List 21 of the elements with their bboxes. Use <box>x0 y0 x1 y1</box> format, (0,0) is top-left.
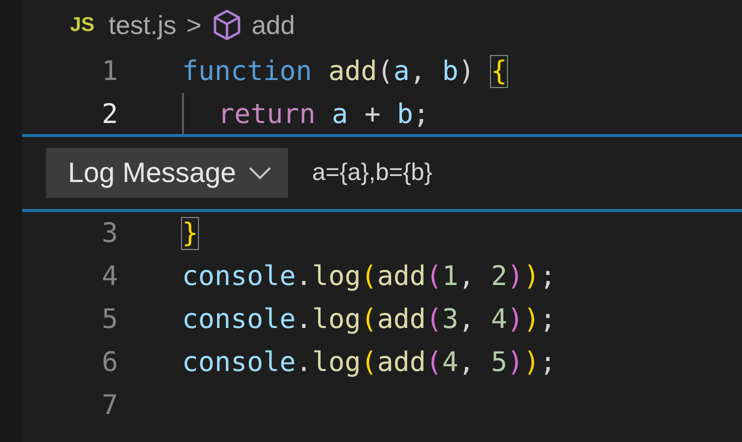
breadcrumb-file[interactable]: test.js <box>108 10 176 40</box>
breadcrumb-symbol[interactable]: add <box>252 10 295 40</box>
line-number: 5 <box>100 304 118 335</box>
breadcrumb-separator: > <box>186 10 202 40</box>
line-number: 6 <box>100 347 118 378</box>
js-file-icon: JS <box>70 14 94 36</box>
line-number: 2 <box>100 99 118 130</box>
log-message-field[interactable]: a={a},b={b} <box>312 159 672 187</box>
chevron-down-icon <box>248 166 272 180</box>
code-line: } <box>182 218 198 249</box>
line-number: 3 <box>100 218 118 249</box>
cube-icon <box>212 9 242 41</box>
line-number: 7 <box>100 390 118 421</box>
code-line: console.log(add(1, 2)); <box>182 261 556 292</box>
code-line: function add(a, b) { <box>182 56 508 87</box>
code-line: return a + b; <box>218 99 430 130</box>
code-line: console.log(add(4, 5)); <box>182 347 556 378</box>
log-type-dropdown[interactable]: Log Message <box>46 148 288 198</box>
line-number: 1 <box>100 56 118 87</box>
line-number: 4 <box>100 261 118 292</box>
code-line: console.log(add(3, 4)); <box>182 304 556 335</box>
